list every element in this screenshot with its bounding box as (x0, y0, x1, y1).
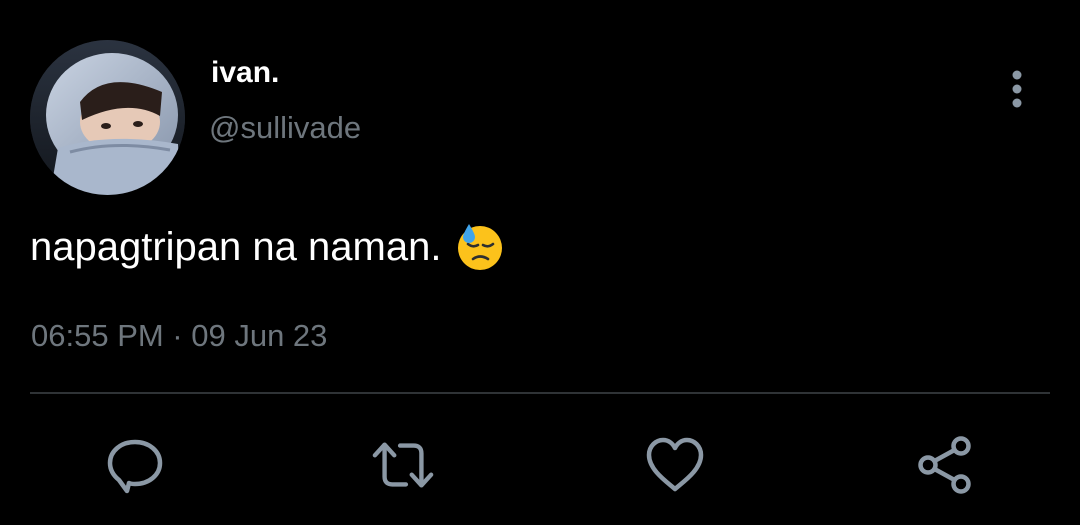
retweet-button[interactable] (371, 433, 435, 497)
share-icon (918, 436, 971, 494)
tweet-text-content: napagtripan na naman. (30, 225, 442, 269)
profile-photo (30, 40, 185, 195)
like-button[interactable] (643, 433, 707, 497)
tweet-timestamp: 06:55 PM · 09 Jun 23 (31, 318, 328, 353)
tweet-text: napagtripan na naman. (30, 222, 505, 272)
avatar[interactable] (30, 40, 185, 195)
retweet-icon (372, 442, 434, 488)
vertical-ellipsis-icon (1012, 70, 1022, 108)
share-button[interactable] (913, 433, 977, 497)
more-options-button[interactable] (1000, 68, 1034, 110)
reply-icon (107, 439, 163, 494)
divider (30, 392, 1050, 394)
heart-icon (646, 437, 704, 492)
downcast-face-with-sweat-icon (455, 222, 505, 272)
reply-button[interactable] (103, 433, 167, 497)
display-name[interactable]: ivan. (211, 56, 279, 90)
user-handle[interactable]: @sullivade (209, 110, 361, 146)
